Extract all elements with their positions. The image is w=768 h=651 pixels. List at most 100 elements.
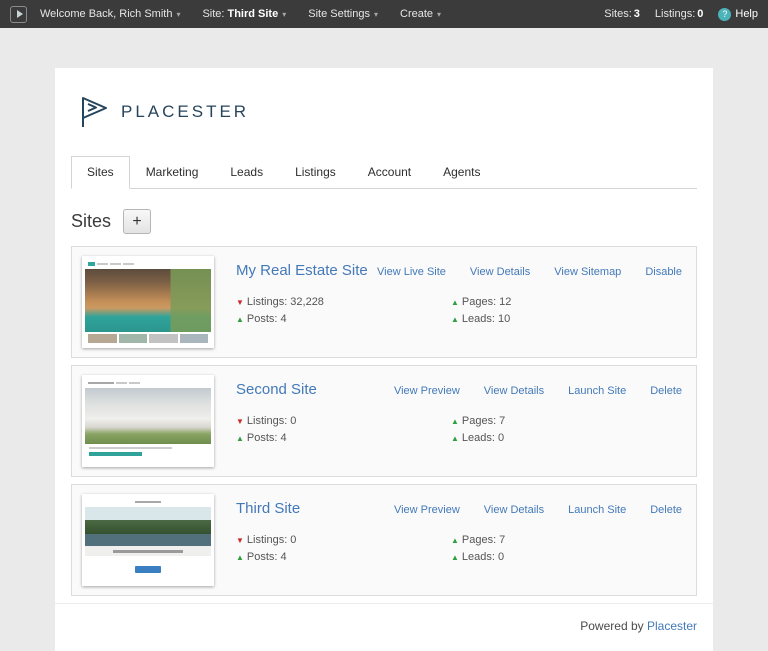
content-area: Sites + My Real Estate Site View Live Si… [55,189,713,603]
tab-account[interactable]: Account [352,156,427,189]
topbar-menus: Welcome Back, Rich Smith ▾ Site: Third S… [40,8,441,20]
stat-value: 12 [499,295,512,308]
site-stats: ▼ Listings: 32,228 ▲ Posts: 4 ▲ Pages: 12 ▲ Lea… [236,293,682,327]
tab-leads[interactable]: Leads [214,156,279,189]
brand-name: PLACESTER [121,102,250,121]
site-settings-menu[interactable]: Site Settings ▾ [308,8,378,20]
site-row-body: My Real Estate Site View Live Site View … [214,256,686,348]
site-thumbnail[interactable] [82,256,214,348]
trend-up-icon: ▲ [236,314,244,324]
create-menu[interactable]: Create ▾ [400,8,441,20]
trend-down-icon: ▼ [236,416,244,426]
caret-down-icon: ▾ [176,9,181,19]
action-view-details[interactable]: View Details [484,385,544,397]
add-site-button[interactable]: + [123,209,152,234]
placester-logo-icon [82,97,107,127]
stat-label: Leads: [461,431,495,444]
site-actions: View Preview View Details Launch Site De… [394,385,682,397]
action-view-preview[interactable]: View Preview [394,385,460,397]
site-actions: View Live Site View Details View Sitemap… [377,266,682,278]
stat-label: Posts: [246,431,278,444]
action-delete[interactable]: Delete [650,504,682,516]
tab-sites[interactable]: Sites [71,156,130,189]
stat-listings: ▼ Listings: 0 [236,534,451,546]
brand-header: PLACESTER [55,68,713,148]
action-view-preview[interactable]: View Preview [394,504,460,516]
stat-label: Listings: [246,414,288,427]
site-name-link[interactable]: Third Site [236,500,300,517]
action-delete[interactable]: Delete [650,385,682,397]
site-row-body: Second Site View Preview View Details La… [214,375,686,467]
stat-value: 0 [497,431,505,444]
trend-up-icon: ▲ [451,416,459,426]
action-launch-site[interactable]: Launch Site [568,504,626,516]
tab-marketing[interactable]: Marketing [130,156,215,189]
action-view-details[interactable]: View Details [484,504,544,516]
site-selector-menu[interactable]: Site: Third Site ▾ [202,8,286,20]
listings-counter: Listings: 0 [655,8,703,20]
action-view-sitemap[interactable]: View Sitemap [554,266,621,278]
stat-listings: ▼ Listings: 0 [236,415,451,427]
tab-listings[interactable]: Listings [279,156,352,189]
user-menu-label: Welcome Back, Rich Smith [40,8,173,20]
powered-by-text: Powered by [580,619,644,633]
help-label: Help [735,8,758,20]
stat-value: 7 [499,533,506,546]
stat-value: 4 [280,312,287,325]
caret-down-icon: ▾ [282,9,287,19]
trend-up-icon: ▲ [236,433,244,443]
stat-label: Pages: [461,414,497,427]
caret-down-icon: ▾ [437,9,442,19]
site-thumbnail[interactable] [82,494,214,586]
placester-link[interactable]: Placester [647,619,697,633]
user-menu[interactable]: Welcome Back, Rich Smith ▾ [40,8,180,20]
help-button[interactable]: ? Help [718,7,758,21]
stat-label: Leads: [461,550,495,563]
trend-down-icon: ▼ [236,297,244,307]
stat-pages: ▲ Pages: 7 [451,415,505,427]
tab-agents[interactable]: Agents [427,156,496,189]
stat-label: Pages: [461,295,497,308]
stat-posts: ▲ Posts: 4 [236,551,451,563]
trend-up-icon: ▲ [451,297,459,307]
action-view-live-site[interactable]: View Live Site [377,266,446,278]
placester-mark-icon[interactable] [10,5,27,23]
stat-posts: ▲ Posts: 4 [236,313,451,325]
stat-value: 4 [280,431,287,444]
site-stats: ▼ Listings: 0 ▲ Posts: 4 ▲ Pages: 7 ▲ Leads: 0 [236,412,682,446]
stat-label: Posts: [246,312,278,325]
stat-posts: ▲ Posts: 4 [236,432,451,444]
stat-leads: ▲ Leads: 0 [451,432,505,444]
action-view-details[interactable]: View Details [470,266,530,278]
trend-up-icon: ▲ [451,314,459,324]
site-thumbnail-art [85,497,211,583]
caret-down-icon: ▾ [374,9,379,19]
stat-value: 0 [290,533,297,546]
stat-leads: ▲ Leads: 0 [451,551,505,563]
site-thumbnail-art [85,378,211,464]
listings-counter-value: 0 [697,8,704,20]
site-row: Second Site View Preview View Details La… [71,365,697,477]
stat-value: 32,228 [290,295,324,308]
stat-label: Leads: [461,312,495,325]
sites-counter-value: 3 [633,8,640,20]
site-thumbnail[interactable] [82,375,214,467]
listings-counter-label: Listings: [654,8,696,20]
site-thumbnail-art [85,259,211,345]
topbar: Welcome Back, Rich Smith ▾ Site: Third S… [0,0,768,28]
site-stats: ▼ Listings: 0 ▲ Posts: 4 ▲ Pages: 7 ▲ Leads: 0 [236,531,682,565]
stat-label: Pages: [461,533,497,546]
stat-label: Listings: [246,533,288,546]
page-title: Sites [71,211,112,231]
site-row-body: Third Site View Preview View Details Lau… [214,494,686,586]
site-name-link[interactable]: Second Site [236,381,317,398]
action-launch-site[interactable]: Launch Site [568,385,626,397]
stat-pages: ▲ Pages: 12 [451,296,511,308]
action-disable[interactable]: Disable [645,266,682,278]
stat-value: 0 [290,414,297,427]
site-name-link[interactable]: My Real Estate Site [236,262,368,279]
tab-bar: Sites Marketing Leads Listings Account A… [71,156,697,189]
stat-value: 7 [499,414,506,427]
stat-listings: ▼ Listings: 32,228 [236,296,451,308]
help-icon: ? [718,7,732,21]
